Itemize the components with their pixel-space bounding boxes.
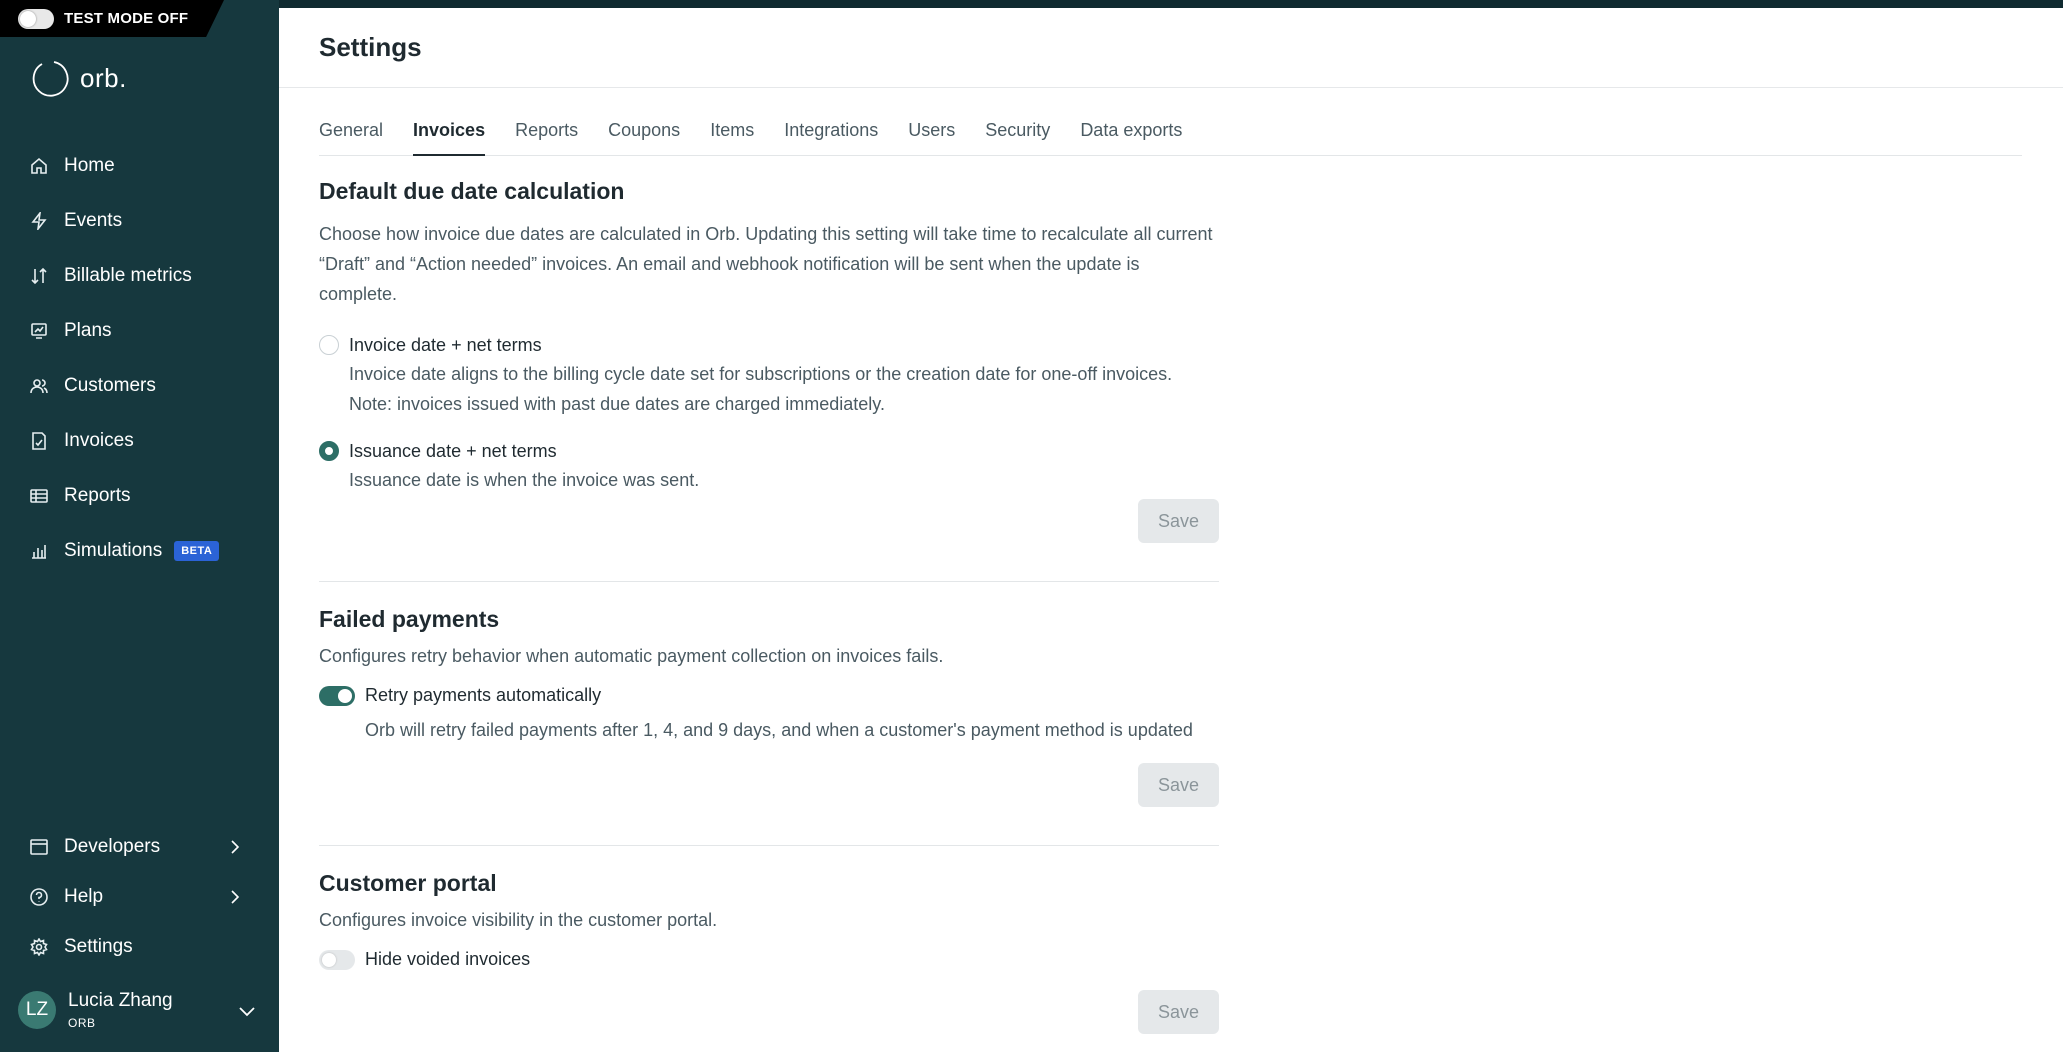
reports-icon [30, 487, 48, 505]
sidebar-item-label: Reports [64, 484, 131, 506]
tab-data-exports[interactable]: Data exports [1080, 108, 1182, 156]
tab-users[interactable]: Users [908, 108, 955, 156]
due-date-section: Default due date calculation Choose how … [319, 178, 1219, 581]
section-title: Failed payments [319, 606, 500, 632]
brand-name: orb. [80, 62, 127, 93]
tab-general[interactable]: General [319, 108, 383, 156]
main-content: Settings General Invoices Reports Coupon… [279, 8, 2063, 1052]
section-title: Default due date calculation [319, 178, 625, 204]
save-button[interactable]: Save [1138, 763, 1219, 807]
due-date-option-issuance-date[interactable]: Issuance date + net terms Issuance date … [319, 439, 1219, 495]
chevron-down-icon[interactable] [237, 1001, 257, 1026]
tab-invoices[interactable]: Invoices [413, 108, 486, 156]
retry-payments-toggle-row[interactable]: Retry payments automatically [319, 685, 1219, 706]
user-menu[interactable]: LZ Lucia Zhang ORB [18, 990, 263, 1030]
developers-icon [30, 838, 48, 856]
sidebar-item-label: Events [64, 209, 123, 231]
gear-icon [30, 938, 48, 956]
sidebar-item-label: Billable metrics [64, 264, 192, 286]
section-description: Choose how invoice due dates are calcula… [319, 224, 1213, 304]
retry-payments-toggle[interactable] [319, 685, 355, 706]
option-description: Invoice date aligns to the billing cycle… [349, 364, 1173, 414]
option-label: Invoice date + net terms [349, 335, 542, 355]
option-description: Issuance date is when the invoice was se… [349, 470, 700, 490]
page-header: Settings [279, 8, 2063, 88]
chevron-right-icon [227, 889, 243, 905]
failed-payments-section: Failed payments Configures retry behavio… [319, 582, 1219, 845]
user-name: Lucia Zhang [68, 990, 173, 1011]
sidebar-item-billable-metrics[interactable]: Billable metrics [0, 248, 279, 303]
settings-content: Default due date calculation Choose how … [319, 178, 1219, 1034]
due-date-option-invoice-date[interactable]: Invoice date + net terms Invoice date al… [319, 333, 1219, 419]
lightning-icon [30, 211, 48, 230]
radio-button[interactable] [319, 335, 339, 355]
customers-icon [30, 377, 48, 395]
test-mode-toggle[interactable]: TEST MODE OFF [0, 0, 224, 37]
customer-portal-section: Customer portal Configures invoice visib… [319, 846, 1219, 1034]
test-mode-switch[interactable] [18, 8, 54, 29]
save-button[interactable]: Save [1138, 990, 1219, 1034]
sidebar-bottom-nav: Developers Help Settings [0, 822, 279, 972]
section-description: Configures invoice visibility in the cus… [319, 910, 718, 930]
sidebar-item-help[interactable]: Help [0, 872, 279, 922]
section-description: Configures retry behavior when automatic… [319, 646, 944, 666]
sidebar-item-label: Developers [64, 836, 161, 857]
orb-logo-icon [32, 61, 69, 97]
sidebar-item-events[interactable]: Events [0, 193, 279, 248]
tab-items[interactable]: Items [710, 108, 754, 156]
sidebar-item-label: Invoices [64, 429, 134, 451]
sidebar-item-label: Plans [64, 319, 112, 341]
sidebar-item-label: Customers [64, 374, 156, 396]
settings-tabs: General Invoices Reports Coupons Items I… [319, 108, 2022, 156]
top-strip [0, 0, 2063, 8]
home-icon [30, 157, 48, 175]
user-org: ORB [68, 1016, 96, 1030]
hide-voided-toggle-row[interactable]: Hide voided invoices [319, 949, 1219, 970]
page-title: Settings [319, 32, 422, 62]
sidebar-item-label: Settings [64, 936, 133, 957]
chevron-right-icon [227, 839, 243, 855]
sidebar-item-customers[interactable]: Customers [0, 358, 279, 413]
tab-security[interactable]: Security [985, 108, 1050, 156]
sidebar-item-invoices[interactable]: Invoices [0, 413, 279, 468]
plans-icon [30, 322, 48, 340]
radio-button-selected[interactable] [319, 441, 339, 461]
sidebar-item-plans[interactable]: Plans [0, 303, 279, 358]
tab-coupons[interactable]: Coupons [608, 108, 680, 156]
beta-badge: BETA [174, 540, 220, 561]
option-label: Issuance date + net terms [349, 441, 557, 461]
avatar: LZ [18, 991, 56, 1029]
toggle-label: Hide voided invoices [365, 949, 531, 969]
simulations-icon [30, 542, 48, 560]
test-mode-label: TEST MODE OFF [64, 10, 189, 27]
invoice-icon [30, 431, 48, 450]
sidebar: TEST MODE OFF orb. Home Events Billable … [0, 0, 279, 1052]
tab-integrations[interactable]: Integrations [784, 108, 878, 156]
sidebar-item-simulations[interactable]: Simulations BETA [0, 523, 279, 578]
help-icon [30, 888, 48, 906]
sidebar-item-label: Help [64, 886, 104, 907]
sidebar-item-settings[interactable]: Settings [0, 922, 279, 972]
sidebar-nav: Home Events Billable metrics Plans Custo… [0, 138, 279, 578]
orb-logo[interactable]: orb. [30, 58, 127, 98]
tab-reports[interactable]: Reports [515, 108, 578, 156]
toggle-label: Retry payments automatically [365, 685, 602, 705]
metrics-icon [30, 267, 48, 285]
sidebar-item-label: Simulations [64, 539, 163, 561]
sidebar-item-label: Home [64, 154, 115, 176]
hide-voided-toggle[interactable] [319, 949, 355, 970]
toggle-description: Orb will retry failed payments after 1, … [365, 720, 1193, 740]
sidebar-item-reports[interactable]: Reports [0, 468, 279, 523]
save-button[interactable]: Save [1138, 499, 1219, 543]
sidebar-item-developers[interactable]: Developers [0, 822, 279, 872]
sidebar-item-home[interactable]: Home [0, 138, 279, 193]
section-title: Customer portal [319, 870, 497, 896]
